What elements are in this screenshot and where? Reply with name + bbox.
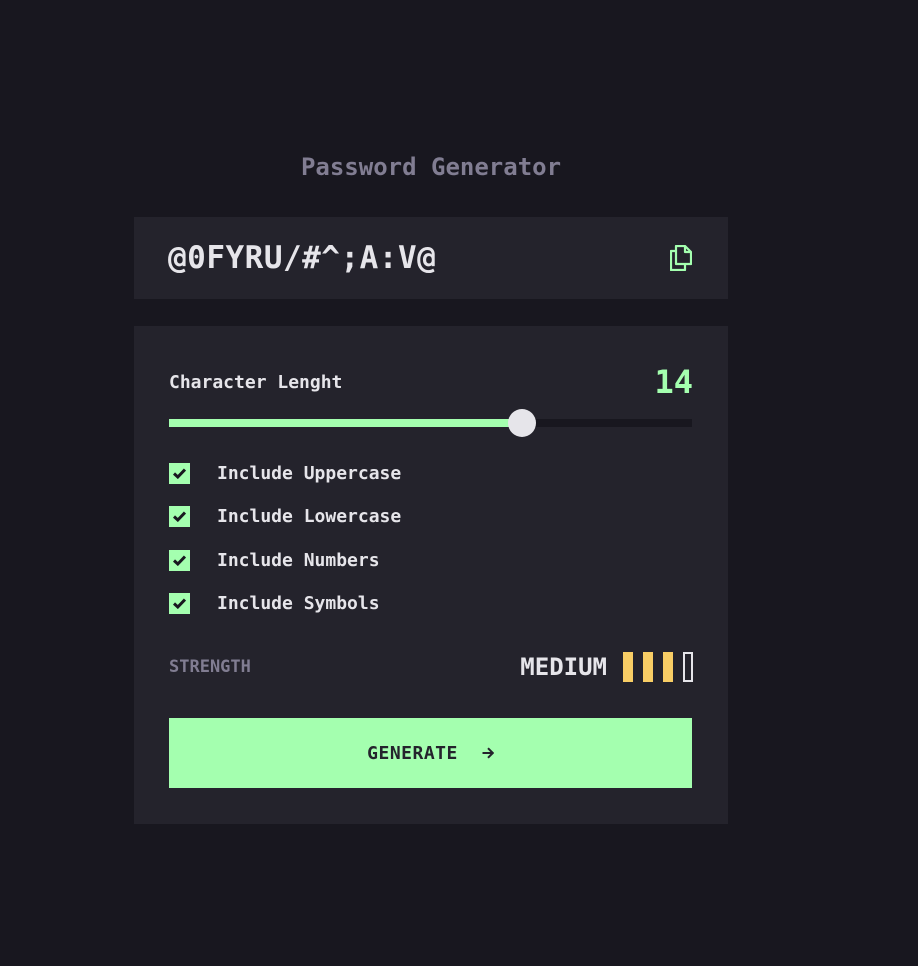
option-numbers[interactable]: Include Numbers <box>169 549 401 571</box>
check-icon <box>173 467 186 479</box>
character-length-value: 14 <box>654 363 693 401</box>
page-title: Password Generator <box>300 153 562 181</box>
slider-thumb[interactable] <box>508 409 537 437</box>
settings-panel: Character Lenght 14 Include Uppercase In… <box>134 326 728 824</box>
strength-meter: STRENGTH MEDIUM <box>169 648 693 686</box>
strength-bar <box>623 652 633 682</box>
strength-value: MEDIUM <box>520 653 607 681</box>
strength-bar <box>643 652 653 682</box>
uppercase-checkbox[interactable] <box>169 462 190 484</box>
password-value: @0FYRU/#^;A:V@ <box>168 240 437 276</box>
copy-button[interactable] <box>668 244 694 272</box>
arrow-right-icon <box>482 747 494 759</box>
strength-indicator: MEDIUM <box>520 652 693 682</box>
copy-icon[interactable] <box>670 245 692 271</box>
strength-label: STRENGTH <box>169 657 251 677</box>
options-list: Include Uppercase Include Lowercase Incl… <box>169 462 401 636</box>
lowercase-checkbox[interactable] <box>169 506 190 527</box>
character-length-label: Character Lenght <box>169 371 343 393</box>
numbers-checkbox[interactable] <box>169 549 190 571</box>
option-label: Include Symbols <box>217 593 380 614</box>
option-label: Include Uppercase <box>217 462 402 484</box>
strength-bar <box>663 652 673 682</box>
password-output: @0FYRU/#^;A:V@ <box>134 217 728 299</box>
generate-button[interactable]: GENERATE <box>169 718 692 788</box>
check-icon <box>173 554 186 566</box>
password-generator-app: Password Generator @0FYRU/#^;A:V@ Charac… <box>134 150 728 824</box>
option-label: Include Numbers <box>217 549 380 571</box>
option-label: Include Lowercase <box>217 506 402 527</box>
strength-bars <box>623 652 693 682</box>
strength-bar <box>683 652 693 682</box>
slider-fill <box>169 419 523 427</box>
option-lowercase[interactable]: Include Lowercase <box>169 506 401 528</box>
check-icon <box>173 598 186 609</box>
check-icon <box>173 511 186 522</box>
length-slider[interactable] <box>169 409 692 437</box>
option-uppercase[interactable]: Include Uppercase <box>169 462 401 484</box>
character-length-row: Character Lenght 14 <box>169 362 693 402</box>
symbols-checkbox[interactable] <box>169 593 190 614</box>
generate-label: GENERATE <box>367 742 458 764</box>
option-symbols[interactable]: Include Symbols <box>169 593 401 615</box>
